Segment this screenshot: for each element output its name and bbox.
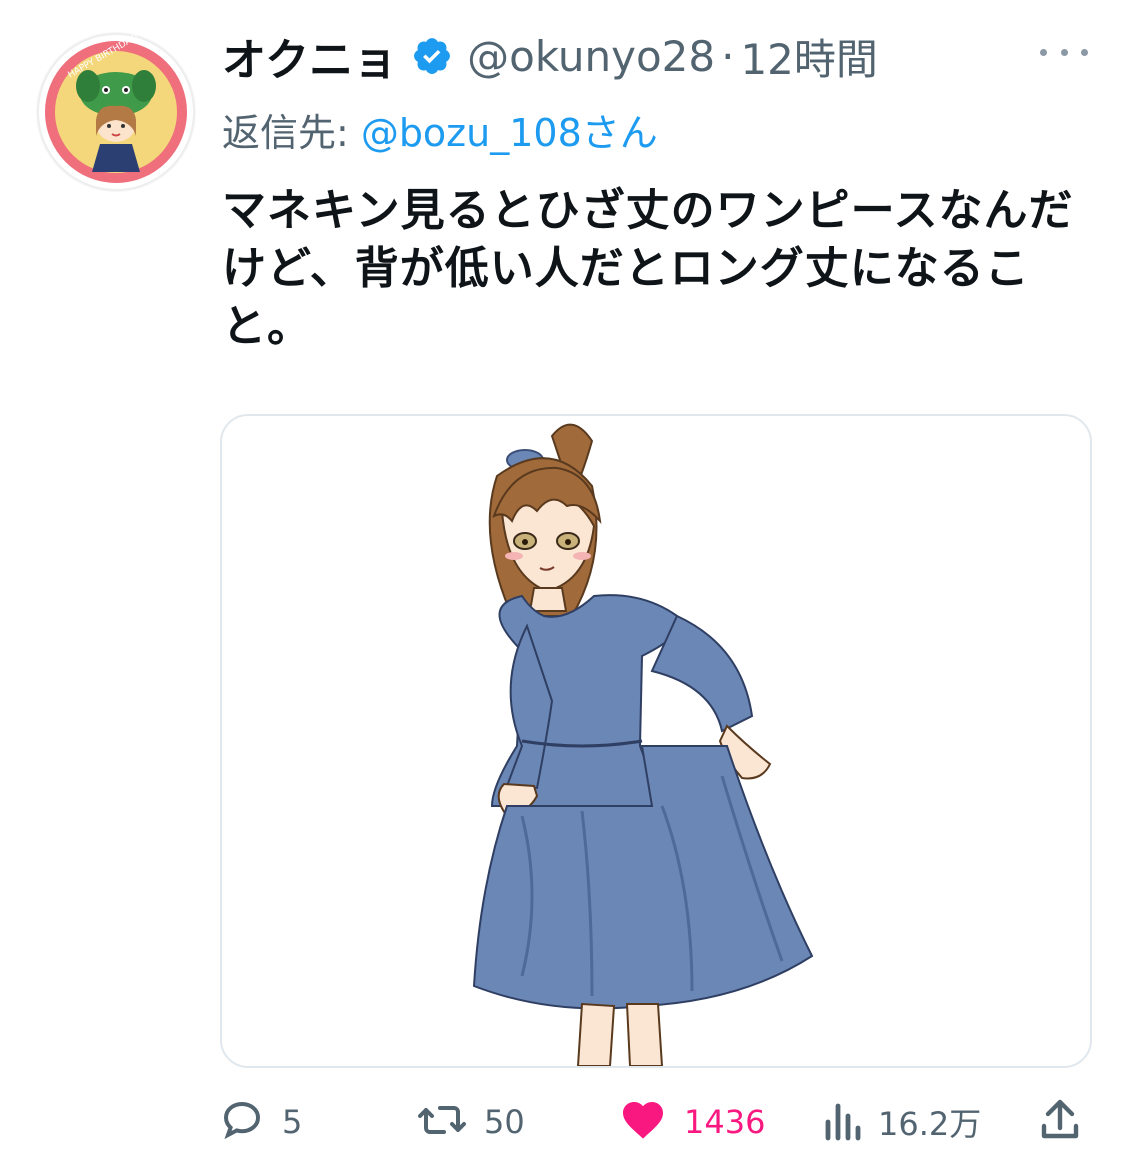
reply-to-handle[interactable]: @bozu_108さん: [361, 102, 658, 157]
retweet-count: 50: [484, 1103, 525, 1141]
reply-prefix: 返信先:: [222, 110, 349, 155]
like-count: 1436: [684, 1103, 766, 1141]
reply-context: 返信先: @bozu_108さん: [222, 102, 658, 157]
timestamp[interactable]: 12時間: [740, 26, 877, 87]
retweet-button[interactable]: 50: [416, 1094, 525, 1150]
avatar-image: HAPPY BIRTHDAY!: [37, 32, 195, 191]
views-count: 16.2万: [878, 1105, 982, 1143]
header-separator: ·: [721, 31, 735, 81]
reply-count: 5: [282, 1103, 303, 1141]
like-button[interactable]: 1436: [618, 1094, 765, 1150]
avatar[interactable]: HAPPY BIRTHDAY!: [36, 32, 196, 192]
views-button[interactable]: 16.2万: [822, 1094, 981, 1150]
share-icon: [1038, 1096, 1082, 1148]
tweet-action-bar: 5 50 1436 16.2万: [218, 1094, 1088, 1150]
reply-icon: [218, 1096, 266, 1148]
display-name[interactable]: オクニョ: [222, 24, 397, 88]
media-illustration: [472, 423, 814, 1066]
tweet-header: オクニョ @okunyo28 · 12時間: [222, 26, 878, 87]
views-icon: [822, 1096, 862, 1148]
share-button[interactable]: [1038, 1094, 1082, 1150]
more-options-icon[interactable]: [1040, 38, 1088, 66]
tweet-media[interactable]: [220, 414, 1092, 1068]
verified-badge-icon: [411, 35, 453, 77]
tweet-text: マネキン見るとひざ丈のワンピースなんだけど、背が低い人だとロング丈になること。: [222, 185, 1074, 352]
user-handle[interactable]: @okunyo28: [467, 32, 715, 81]
heart-icon: [618, 1096, 668, 1148]
retweet-icon: [416, 1096, 468, 1148]
reply-button[interactable]: 5: [218, 1094, 302, 1150]
